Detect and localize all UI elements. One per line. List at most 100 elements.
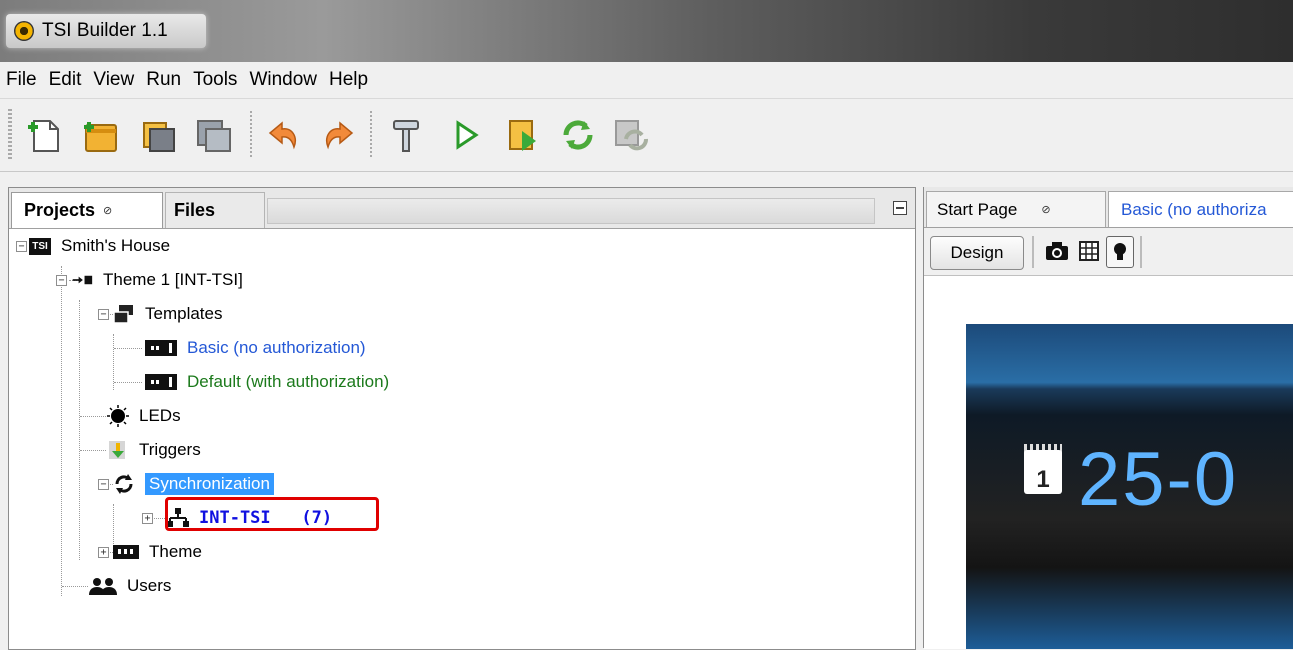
run-icon[interactable] <box>444 113 488 157</box>
calendar-icon: 1 <box>1024 450 1062 494</box>
tab-files[interactable]: Files <box>165 192 265 228</box>
close-icon[interactable]: ⊘ <box>1041 203 1050 216</box>
toolbar-separator <box>250 111 252 159</box>
tree-node-root[interactable]: TSI Smith's House <box>29 229 170 263</box>
expand-toggle[interactable]: + <box>142 513 153 524</box>
tree-node-synchronization[interactable]: Synchronization <box>113 467 274 501</box>
tree-label-users: Users <box>127 576 172 595</box>
window-title: TSI Builder 1.1 <box>42 20 168 41</box>
tree-label-theme1: Theme 1 [INT-TSI] <box>103 270 243 289</box>
tree-connector <box>114 382 142 383</box>
tree-connector <box>62 586 88 587</box>
tree-connector <box>80 416 106 417</box>
editor-panel: Start Page ⊘ Basic (no authoriza Design … <box>923 187 1293 649</box>
bulb-icon[interactable] <box>1106 236 1134 268</box>
redo-icon[interactable] <box>316 113 360 157</box>
sync-icon <box>113 474 135 494</box>
toolbar-separator <box>1140 236 1142 268</box>
tab-projects[interactable]: Projects ⊘ <box>11 192 163 228</box>
collapse-toggle[interactable]: − <box>98 309 109 320</box>
menu-help[interactable]: Help <box>323 69 374 91</box>
tree-node-template-basic[interactable]: Basic (no authorization) <box>145 331 366 365</box>
tab-start-page[interactable]: Start Page ⊘ <box>926 191 1106 227</box>
minimize-icon[interactable] <box>893 201 907 215</box>
tree-connector <box>61 266 62 596</box>
projects-panel: Projects ⊘ Files − TSI Smith's House − T… <box>8 187 916 650</box>
synchronize-disabled-icon[interactable] <box>608 113 652 157</box>
tree-node-template-default[interactable]: Default (with authorization) <box>145 365 389 399</box>
editor-toolbar: Design <box>924 228 1293 274</box>
tree-label-template-default: Default (with authorization) <box>187 372 390 391</box>
template-icon <box>145 372 177 392</box>
tab-files-label: Files <box>174 200 216 220</box>
synchronize-icon[interactable] <box>556 113 600 157</box>
preview-date: 25-0 <box>1078 437 1239 522</box>
design-canvas[interactable]: 1 25-0 <box>924 275 1293 649</box>
tree-node-templates[interactable]: Templates <box>113 297 222 331</box>
highlight-box <box>165 497 379 531</box>
tree-label-synchronization: Synchronization <box>145 473 274 495</box>
app-icon <box>14 21 34 41</box>
tree-connector <box>114 348 142 349</box>
tsi-project-icon: TSI <box>29 236 51 256</box>
tree-connector <box>80 450 106 451</box>
menu-bar: File Edit View Run Tools Window Help <box>0 62 1293 99</box>
camera-icon[interactable] <box>1044 236 1070 266</box>
led-icon <box>107 405 129 427</box>
tree-node-theme[interactable]: Theme <box>113 535 202 569</box>
tree-label-templates: Templates <box>145 304 223 323</box>
projects-panel-tabs: Projects ⊘ Files <box>9 188 915 229</box>
tab-basic-label: Basic (no authoriza <box>1121 199 1267 219</box>
menu-edit[interactable]: Edit <box>43 69 88 91</box>
tab-start-page-label: Start Page <box>937 199 1018 219</box>
tree-label-theme: Theme <box>149 542 202 561</box>
trigger-icon <box>107 440 129 460</box>
theme-preview: 1 25-0 <box>966 324 1293 649</box>
menu-view[interactable]: View <box>87 69 140 91</box>
new-project-icon[interactable] <box>78 113 122 157</box>
template-icon <box>145 338 177 358</box>
users-icon <box>89 576 117 596</box>
tree-node-users[interactable]: Users <box>89 569 171 603</box>
menu-file[interactable]: File <box>0 69 43 91</box>
tree-connector <box>79 300 80 560</box>
new-file-icon[interactable] <box>22 113 66 157</box>
main-toolbar <box>0 99 1293 172</box>
build-hammer-icon[interactable] <box>384 113 428 157</box>
collapse-toggle[interactable]: − <box>98 479 109 490</box>
project-tree: − TSI Smith's House − Theme 1 [INT-TSI] … <box>9 228 915 649</box>
templates-icon <box>113 304 135 324</box>
toolbar-separator <box>1032 236 1034 268</box>
theme-arrow-icon <box>71 270 93 290</box>
expand-toggle[interactable]: + <box>98 547 109 558</box>
window-titlebar[interactable]: TSI Builder 1.1 <box>0 0 1293 62</box>
undo-icon[interactable] <box>262 113 306 157</box>
tree-label-leds: LEDs <box>139 406 181 425</box>
tab-basic[interactable]: Basic (no authoriza <box>1108 191 1293 227</box>
theme-icon <box>113 542 139 562</box>
save-all-icon[interactable] <box>192 113 236 157</box>
design-button[interactable]: Design <box>930 236 1024 270</box>
close-icon[interactable]: ⊘ <box>103 204 112 217</box>
window-title-pill: TSI Builder 1.1 <box>6 14 206 48</box>
tree-label-root: Smith's House <box>61 236 171 255</box>
tab-strip-filler <box>267 198 875 224</box>
editor-tabs: Start Page ⊘ Basic (no authoriza <box>924 187 1293 228</box>
tab-projects-label: Projects <box>24 200 96 220</box>
tree-label-triggers: Triggers <box>139 440 201 459</box>
toolbar-grip[interactable] <box>8 109 12 159</box>
tree-node-leds[interactable]: LEDs <box>107 399 181 433</box>
run-file-icon[interactable] <box>500 113 544 157</box>
tree-node-triggers[interactable]: Triggers <box>107 433 201 467</box>
menu-run[interactable]: Run <box>140 69 187 91</box>
menu-window[interactable]: Window <box>243 69 323 91</box>
calendar-day: 1 <box>1036 466 1050 493</box>
collapse-toggle[interactable]: − <box>16 241 27 252</box>
open-project-icon[interactable] <box>136 113 180 157</box>
tree-node-theme1[interactable]: Theme 1 [INT-TSI] <box>71 263 243 297</box>
menu-tools[interactable]: Tools <box>187 69 243 91</box>
tree-label-template-basic: Basic (no authorization) <box>187 338 366 357</box>
grid-layout-icon[interactable] <box>1076 236 1102 266</box>
toolbar-separator <box>370 111 372 159</box>
collapse-toggle[interactable]: − <box>56 275 67 286</box>
